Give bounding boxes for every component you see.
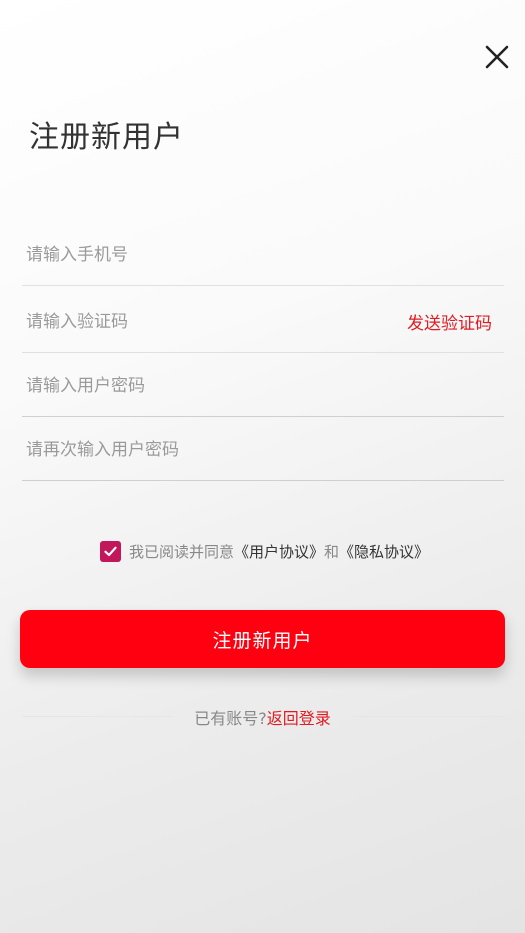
privacy-policy-link[interactable]: 《隐私协议》 bbox=[339, 541, 429, 562]
divider-left bbox=[22, 716, 172, 717]
phone-field-row bbox=[22, 222, 504, 288]
agreement-row: 我已阅读并同意 《用户协议》 和 《隐私协议》 bbox=[100, 540, 429, 562]
page-title: 注册新用户 bbox=[29, 120, 184, 155]
agreement-checkbox[interactable] bbox=[100, 540, 121, 562]
agreement-prefix: 我已阅读并同意 bbox=[129, 542, 235, 561]
close-button[interactable] bbox=[482, 42, 512, 72]
code-field-row: 发送验证码 bbox=[22, 289, 504, 355]
close-icon bbox=[485, 45, 509, 69]
user-agreement-link[interactable]: 《用户协议》 bbox=[234, 541, 324, 562]
divider bbox=[22, 480, 504, 481]
password-field-row bbox=[22, 353, 504, 419]
password-input[interactable] bbox=[24, 353, 408, 419]
login-question: 已有账号? bbox=[194, 709, 267, 728]
password-confirm-field-row bbox=[22, 417, 504, 483]
send-code-button[interactable]: 发送验证码 bbox=[407, 289, 492, 353]
verification-code-input[interactable] bbox=[24, 289, 408, 355]
agreement-and: 和 bbox=[324, 542, 340, 561]
divider-right bbox=[352, 716, 504, 717]
phone-input[interactable] bbox=[24, 222, 408, 288]
login-prompt: 已有账号?返回登录 bbox=[188, 705, 337, 729]
back-to-login-link[interactable]: 返回登录 bbox=[267, 709, 331, 728]
login-prompt-row: 已有账号?返回登录 bbox=[0, 705, 525, 729]
password-confirm-input[interactable] bbox=[24, 417, 408, 483]
divider bbox=[22, 285, 504, 286]
checkmark-icon bbox=[104, 546, 117, 556]
register-button[interactable]: 注册新用户 bbox=[20, 610, 505, 668]
